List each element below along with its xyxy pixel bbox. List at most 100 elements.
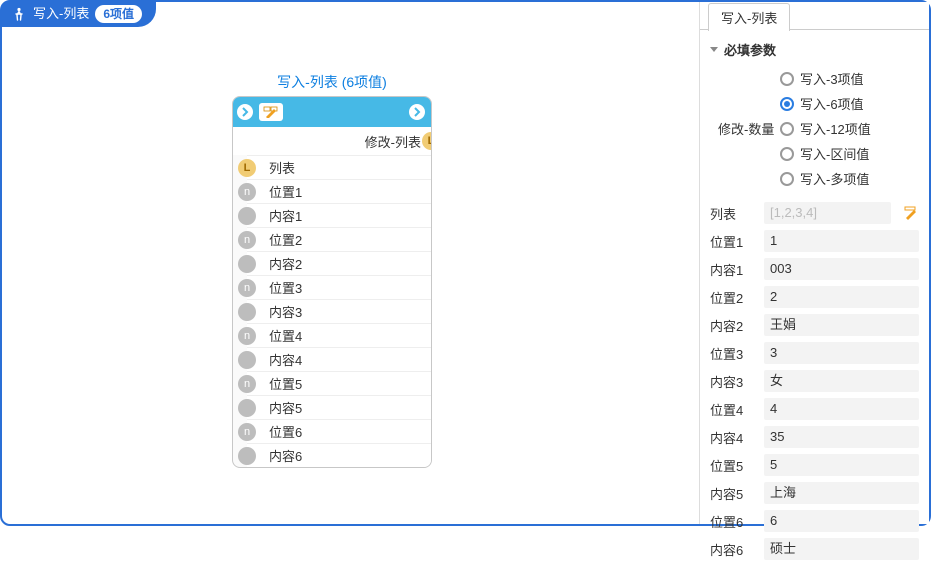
node-input-port[interactable]: n	[238, 375, 256, 393]
tab-write-list[interactable]: 写入-列表	[708, 3, 790, 31]
node-input-label: 列表	[267, 158, 295, 177]
pencil-icon[interactable]	[259, 103, 283, 121]
field-label: 内容2	[710, 316, 756, 335]
node-input-row: n位置6	[247, 419, 431, 443]
radio-side-label: 修改-数量	[718, 119, 774, 138]
node-write-list[interactable]: 写入-列表 (6项值) 修改-列表 L L列表n	[232, 72, 432, 468]
field-label: 内容3	[710, 372, 756, 391]
field-label: 位置2	[710, 288, 756, 307]
node-input-port[interactable]	[238, 303, 256, 321]
field-label: 内容4	[710, 428, 756, 447]
node-input-row: n位置1	[247, 179, 431, 203]
field-row: 位置3 3	[710, 339, 919, 367]
field-value-input[interactable]: 王娟	[764, 314, 919, 336]
radio-label: 写入-12项值	[800, 119, 871, 138]
node-input-label: 内容5	[267, 398, 302, 417]
node-input-port[interactable]	[238, 399, 256, 417]
field-label: 列表	[710, 204, 756, 223]
node-input-row: 内容5	[247, 395, 431, 419]
radio-icon[interactable]	[780, 97, 794, 111]
field-value-input[interactable]: 35	[764, 426, 919, 448]
node-input-port[interactable]: n	[238, 423, 256, 441]
field-label: 位置5	[710, 456, 756, 475]
edit-pencil-icon[interactable]	[903, 205, 919, 221]
section-label: 必填参数	[724, 40, 776, 59]
field-value-input[interactable]: 硕士	[764, 538, 919, 560]
field-value-input[interactable]: 4	[764, 398, 919, 420]
node-input-label: 内容4	[267, 350, 302, 369]
node-input-row: 内容1	[247, 203, 431, 227]
field-label: 位置6	[710, 512, 756, 531]
node-input-port[interactable]	[238, 255, 256, 273]
list-input[interactable]: [1,2,3,4]	[764, 202, 891, 224]
field-label: 位置4	[710, 400, 756, 419]
node-input-port[interactable]: n	[238, 183, 256, 201]
node-input-row: 内容4	[247, 347, 431, 371]
node-input-port[interactable]: n	[238, 279, 256, 297]
field-row: 内容6 硕士	[710, 535, 919, 563]
node-input-label: 位置6	[267, 422, 302, 441]
field-row: 内容1 003	[710, 255, 919, 283]
node-input-port[interactable]	[238, 207, 256, 225]
field-row: 位置2 2	[710, 283, 919, 311]
radio-icon[interactable]	[780, 72, 794, 86]
radio-group-count: 写入-3项值写入-6项值修改-数量 写入-12项值写入-区间值写入-多项值	[710, 63, 919, 191]
canvas[interactable]: 写入-列表 (6项值) 修改-列表 L L列表n	[2, 2, 699, 524]
app-window: 写入-列表 6项值 写入-列表 (6项值) 修改-列	[0, 0, 931, 526]
section-required-params[interactable]: 必填参数	[710, 36, 919, 63]
node-topbar	[233, 97, 431, 127]
triangle-down-icon	[710, 47, 718, 52]
node-input-label: 内容1	[267, 206, 302, 225]
node-input-row: 内容6	[247, 443, 431, 467]
field-label: 位置3	[710, 344, 756, 363]
node-input-port[interactable]: L	[238, 159, 256, 177]
radio-icon[interactable]	[780, 172, 794, 186]
radio-icon[interactable]	[780, 147, 794, 161]
field-value-input[interactable]: 6	[764, 510, 919, 532]
field-value-input[interactable]: 上海	[764, 482, 919, 504]
radio-option[interactable]: 写入-3项值	[710, 63, 919, 91]
node-input-row: 内容3	[247, 299, 431, 323]
node-input-label: 位置1	[267, 182, 302, 201]
field-value-input[interactable]: 1	[764, 230, 919, 252]
radio-option[interactable]: 写入-多项值	[710, 166, 919, 191]
panel-body: 必填参数 写入-3项值写入-6项值修改-数量 写入-12项值写入-区间值写入-多项…	[700, 30, 929, 573]
radio-option[interactable]: 修改-数量 写入-12项值	[710, 116, 919, 141]
field-value-input[interactable]: 2	[764, 286, 919, 308]
chevron-left-icon[interactable]	[237, 104, 253, 120]
node-input-port[interactable]: n	[238, 231, 256, 249]
radio-label: 写入-区间值	[800, 144, 869, 163]
node-input-label: 位置2	[267, 230, 302, 249]
node-input-row: L列表	[247, 155, 431, 179]
radio-option[interactable]: 写入-区间值	[710, 141, 919, 166]
chevron-right-icon[interactable]	[409, 104, 425, 120]
field-label: 内容6	[710, 540, 756, 559]
node-input-label: 位置4	[267, 326, 302, 345]
node-input-port[interactable]	[238, 351, 256, 369]
node-input-label: 内容6	[267, 446, 302, 465]
field-row: 内容3 女	[710, 367, 919, 395]
radio-option[interactable]: 写入-6项值	[710, 91, 919, 116]
node-output-port[interactable]: L	[422, 132, 432, 150]
field-row: 内容5 上海	[710, 479, 919, 507]
node-input-label: 位置3	[267, 278, 302, 297]
field-row: 位置4 4	[710, 395, 919, 423]
field-value-input[interactable]: 5	[764, 454, 919, 476]
field-value-input[interactable]: 3	[764, 342, 919, 364]
field-row: 位置1 1	[710, 227, 919, 255]
radio-icon[interactable]	[780, 122, 794, 136]
node-input-row: n位置4	[247, 323, 431, 347]
field-value-input[interactable]: 女	[764, 370, 919, 392]
field-row-list: 列表 [1,2,3,4]	[710, 199, 919, 227]
node-output-row: 修改-列表 L	[233, 127, 431, 155]
field-value-input[interactable]: 003	[764, 258, 919, 280]
tab-strip: 写入-列表	[700, 2, 929, 30]
field-label: 内容1	[710, 260, 756, 279]
field-row: 内容2 王娟	[710, 311, 919, 339]
node-input-port[interactable]	[238, 447, 256, 465]
node-input-port[interactable]: n	[238, 327, 256, 345]
node-input-label: 内容2	[267, 254, 302, 273]
field-label: 位置1	[710, 232, 756, 251]
field-row: 位置6 6	[710, 507, 919, 535]
field-label: 内容5	[710, 484, 756, 503]
